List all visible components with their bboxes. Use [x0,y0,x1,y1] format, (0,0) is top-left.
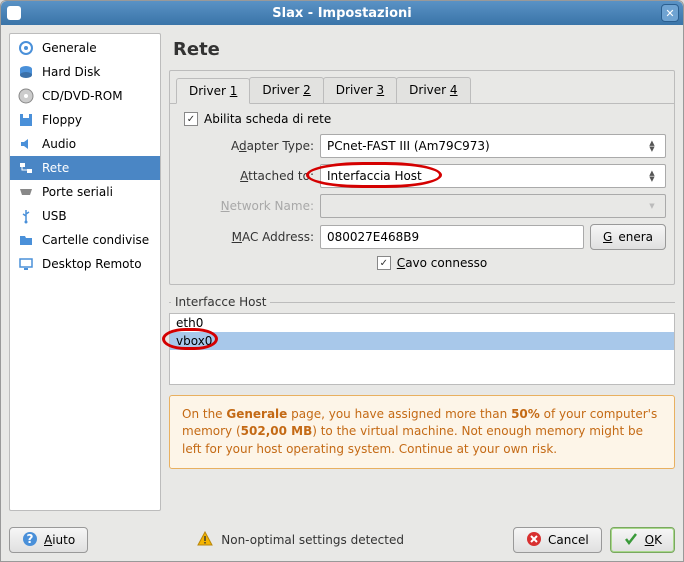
chevron-down-icon: ▼ [645,203,659,209]
folder-icon [18,232,34,248]
disc-icon [18,88,34,104]
monitor-icon [18,256,34,272]
enable-row: ✓ Abilita scheda di rete [178,112,666,126]
sidebar-item-harddisk[interactable]: Hard Disk [10,60,160,84]
sidebar-item-rete[interactable]: Rete [10,156,160,180]
tab-driver-3[interactable]: Driver 3 [323,77,397,103]
network-name-label: Network Name: [198,199,314,213]
window-body: Generale Hard Disk CD/DVD-ROM Floppy Aud… [1,25,683,519]
settings-window: Slax - Impostazioni ✕ Generale Hard Disk… [0,0,684,562]
cancel-icon [526,531,542,550]
mac-value: 080027E468B9 [327,230,419,244]
ok-button[interactable]: OK [610,527,675,553]
tab-driver-4[interactable]: Driver 4 [396,77,470,103]
cable-label: Cavo connesso [397,256,487,270]
hostif-item[interactable]: eth0 [170,314,674,332]
sidebar-item-label: Generale [42,41,97,55]
sidebar-item-label: Desktop Remoto [42,257,142,271]
floppy-icon [18,112,34,128]
sidebar: Generale Hard Disk CD/DVD-ROM Floppy Aud… [9,33,161,511]
sidebar-item-label: Hard Disk [42,65,100,79]
harddisk-icon [18,64,34,80]
attached-combo[interactable]: Interfaccia Host ▲▼ [320,164,666,188]
tabs: Driver 1 Driver 2 Driver 3 Driver 4 [170,71,674,104]
hostif-list[interactable]: eth0 vbox0 [169,313,675,385]
serial-icon [18,184,34,200]
warning-box: On the Generale page, you have assigned … [169,395,675,469]
sidebar-item-floppy[interactable]: Floppy [10,108,160,132]
sidebar-item-label: CD/DVD-ROM [42,89,123,103]
adapter-type-combo[interactable]: PCnet-FAST III (Am79C973) ▲▼ [320,134,666,158]
hostif-legend: Interfacce Host [169,295,675,309]
cancel-button[interactable]: Cancel [513,527,602,553]
sidebar-item-label: Rete [42,161,69,175]
cable-checkbox[interactable]: ✓ [377,256,391,270]
driver-panel: Driver 1 Driver 2 Driver 3 Driver 4 ✓ Ab… [169,70,675,285]
speaker-icon [18,136,34,152]
generate-button[interactable]: Genera [590,224,666,250]
sidebar-item-label: Floppy [42,113,82,127]
sidebar-item-usb[interactable]: USB [10,204,160,228]
mac-input[interactable]: 080027E468B9 [320,225,584,249]
network-icon [18,160,34,176]
help-icon: ? [22,531,38,550]
attached-label: Attached to: [198,169,314,183]
footer: ? Aiuto Non-optimal settings detected Ca… [1,519,683,561]
sidebar-item-audio[interactable]: Audio [10,132,160,156]
sidebar-item-label: Cartelle condivise [42,233,149,247]
close-icon[interactable]: ✕ [661,4,679,22]
sidebar-item-shared[interactable]: Cartelle condivise [10,228,160,252]
status-text: Non-optimal settings detected [197,531,404,550]
help-button[interactable]: ? Aiuto [9,527,88,553]
tab-driver-1[interactable]: Driver 1 [176,78,250,104]
network-name-combo: ▼ [320,194,666,218]
mac-label: MAC Address: [198,230,314,244]
sidebar-item-serial[interactable]: Porte seriali [10,180,160,204]
window-title: Slax - Impostazioni [272,6,411,21]
adapter-type-label: Adapter Type: [198,139,314,153]
adapter-type-value: PCnet-FAST III (Am79C973) [327,139,490,153]
ok-icon [623,531,639,550]
sidebar-item-label: Audio [42,137,76,151]
hostif-item[interactable]: vbox0 [170,332,674,350]
chevron-updown-icon: ▲▼ [645,140,659,152]
main-content: Rete Driver 1 Driver 2 Driver 3 Driver 4… [169,33,675,511]
sidebar-item-label: USB [42,209,67,223]
titlebar: Slax - Impostazioni ✕ [1,1,683,25]
app-icon [7,6,21,20]
warning-icon [197,531,213,550]
page-title: Rete [169,33,675,70]
sidebar-item-label: Porte seriali [42,185,113,199]
gear-icon [18,40,34,56]
enable-label: Abilita scheda di rete [204,112,331,126]
attached-value: Interfaccia Host [327,169,422,183]
tab-driver-2[interactable]: Driver 2 [249,77,323,103]
sidebar-item-generale[interactable]: Generale [10,36,160,60]
usb-icon [18,208,34,224]
sidebar-item-remote[interactable]: Desktop Remoto [10,252,160,276]
chevron-updown-icon: ▲▼ [645,170,659,182]
sidebar-item-cddvd[interactable]: CD/DVD-ROM [10,84,160,108]
enable-checkbox[interactable]: ✓ [184,112,198,126]
svg-text:?: ? [27,532,34,546]
